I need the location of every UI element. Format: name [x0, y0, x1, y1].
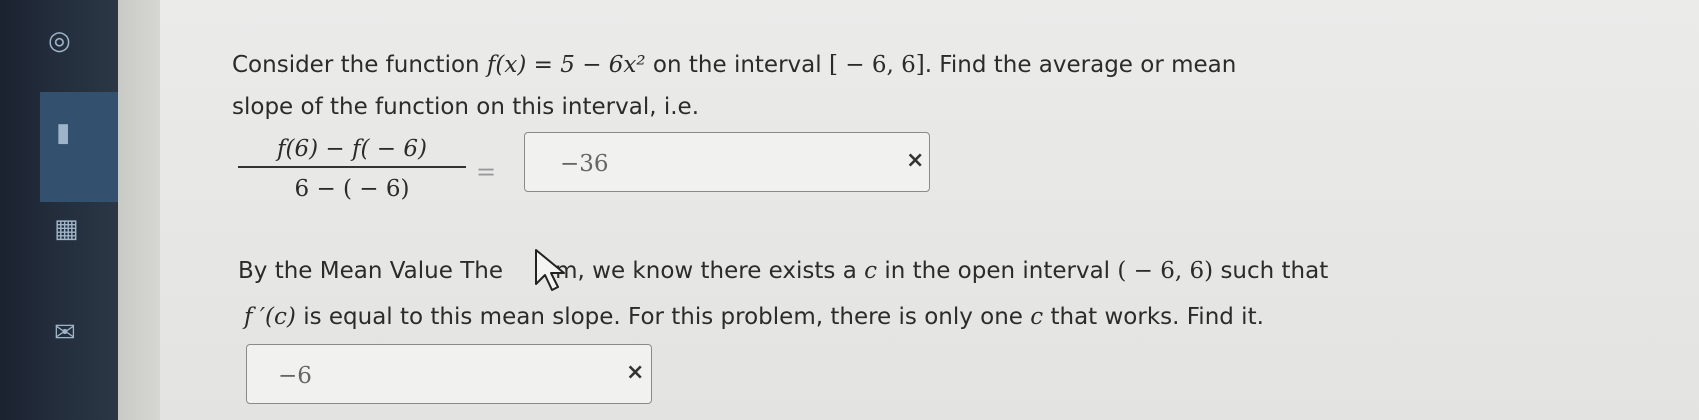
mvt-text-e: is equal to this mean slope. For this pr…: [303, 304, 1023, 330]
clear-icon[interactable]: ×: [906, 148, 924, 173]
question-line-2: slope of the function on this interval, …: [232, 94, 700, 120]
fraction-denominator: 6 − ( − 6): [294, 176, 410, 202]
question-line-1: Consider the function f(x) = 5 − 6x² on …: [232, 52, 1236, 78]
mvt-line-2: f ′(c) is equal to this mean slope. For …: [244, 304, 1264, 330]
c-value-answer-value: −6: [278, 363, 312, 389]
fraction-numerator: f(6) − f( − 6): [277, 136, 427, 162]
globe-icon[interactable]: ◎: [48, 28, 71, 54]
function-expression: f(x) = 5 − 6x²: [486, 52, 646, 78]
book-icon[interactable]: ▮: [56, 120, 70, 146]
clear-icon[interactable]: ×: [626, 360, 644, 385]
mvt-text-a: By the Mean Value The: [238, 258, 503, 284]
mvt-c: c: [864, 258, 878, 284]
mvt-text-b: em, we know there exists a: [540, 258, 857, 284]
mvt-text-f: that works. Find it.: [1050, 304, 1264, 330]
mvt-line-1: By the Mean Value The em, we know there e…: [238, 258, 1328, 284]
mean-slope-fraction: f(6) − f( − 6) 6 − ( − 6): [238, 136, 466, 202]
mouse-cursor-icon: [535, 249, 565, 291]
open-interval: ( − 6, 6): [1117, 258, 1214, 284]
mvt-c-2: c: [1030, 304, 1044, 330]
mvt-text-c: in the open interval: [884, 258, 1111, 284]
mvt-text-d: such that: [1220, 258, 1329, 284]
f-prime-c: f ′(c): [244, 304, 296, 330]
intro-text: Consider the function: [232, 52, 480, 78]
browser-sidebar: ◎ ▮ ▦ ✉: [0, 0, 118, 420]
calendar-icon[interactable]: ▦: [54, 216, 79, 242]
closed-interval: [ − 6, 6]: [828, 52, 925, 78]
mean-slope-answer-value: −36: [560, 151, 609, 177]
page-gutter: [118, 0, 160, 420]
sidebar-active-tab: [40, 92, 118, 202]
task-text: . Find the average or mean: [924, 52, 1237, 78]
interval-text: on the interval: [652, 52, 822, 78]
mail-icon[interactable]: ✉: [54, 320, 76, 346]
equals-sign: =: [476, 158, 497, 186]
